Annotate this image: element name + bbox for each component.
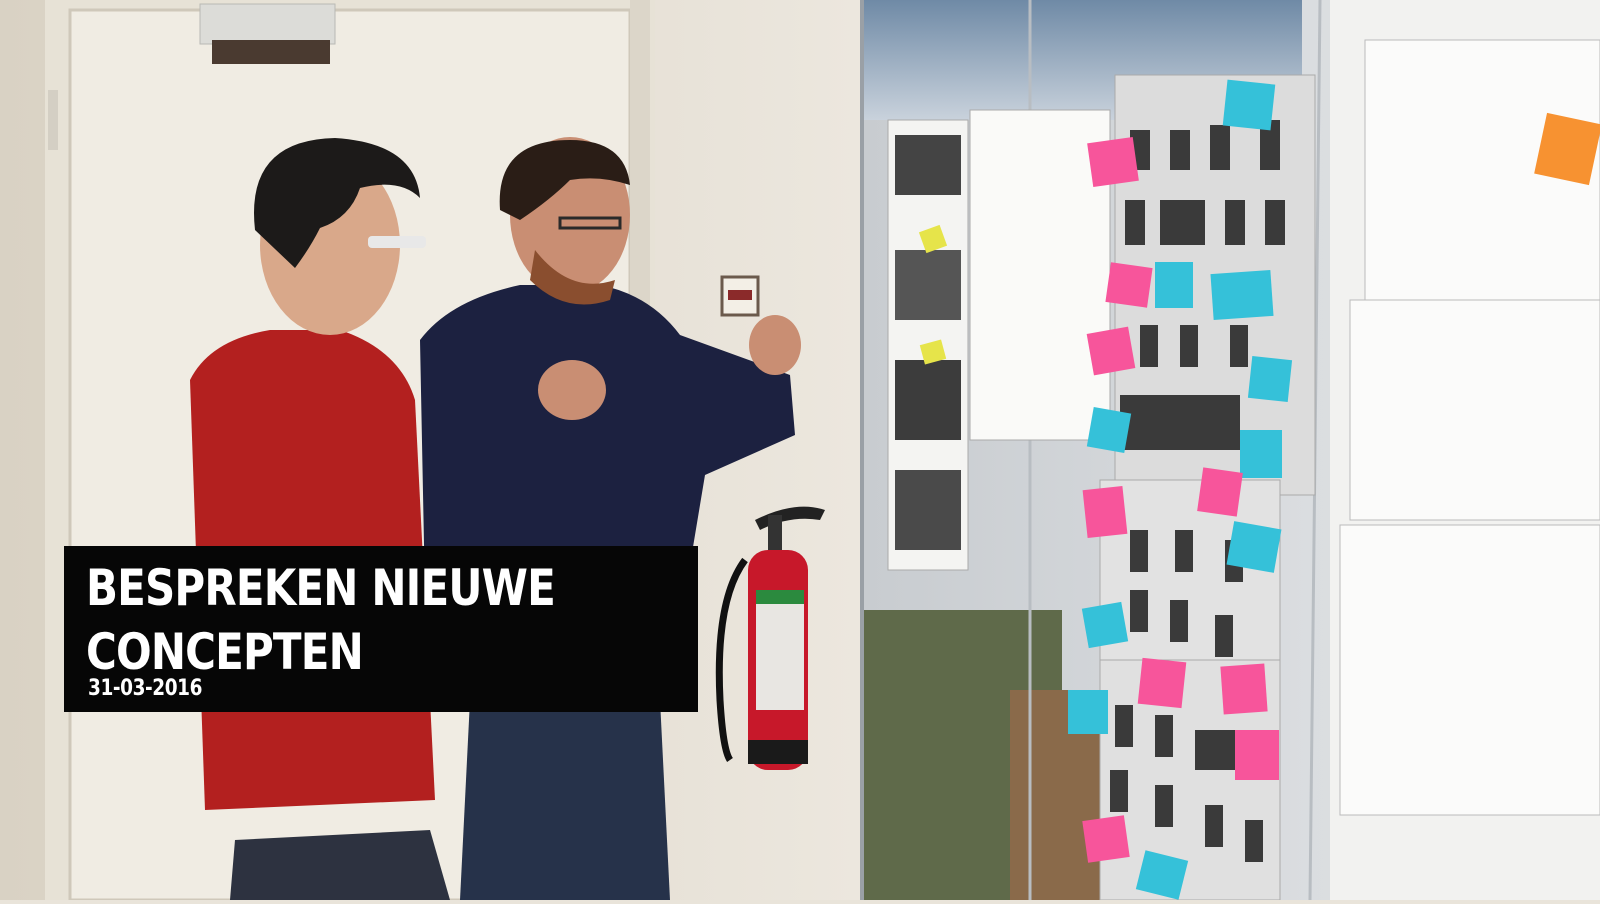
caption-title: BESPREKEN NIEUWE CONCEPTEN [86, 559, 556, 681]
caption-date: 31-03-2016 [88, 676, 203, 701]
door-closer [199, 3, 336, 45]
photo-illustration [0, 0, 1600, 902]
caption-box: BESPREKEN NIEUWE CONCEPTEN 31-03-2016 [64, 546, 698, 712]
photo-scene [0, 0, 1600, 902]
